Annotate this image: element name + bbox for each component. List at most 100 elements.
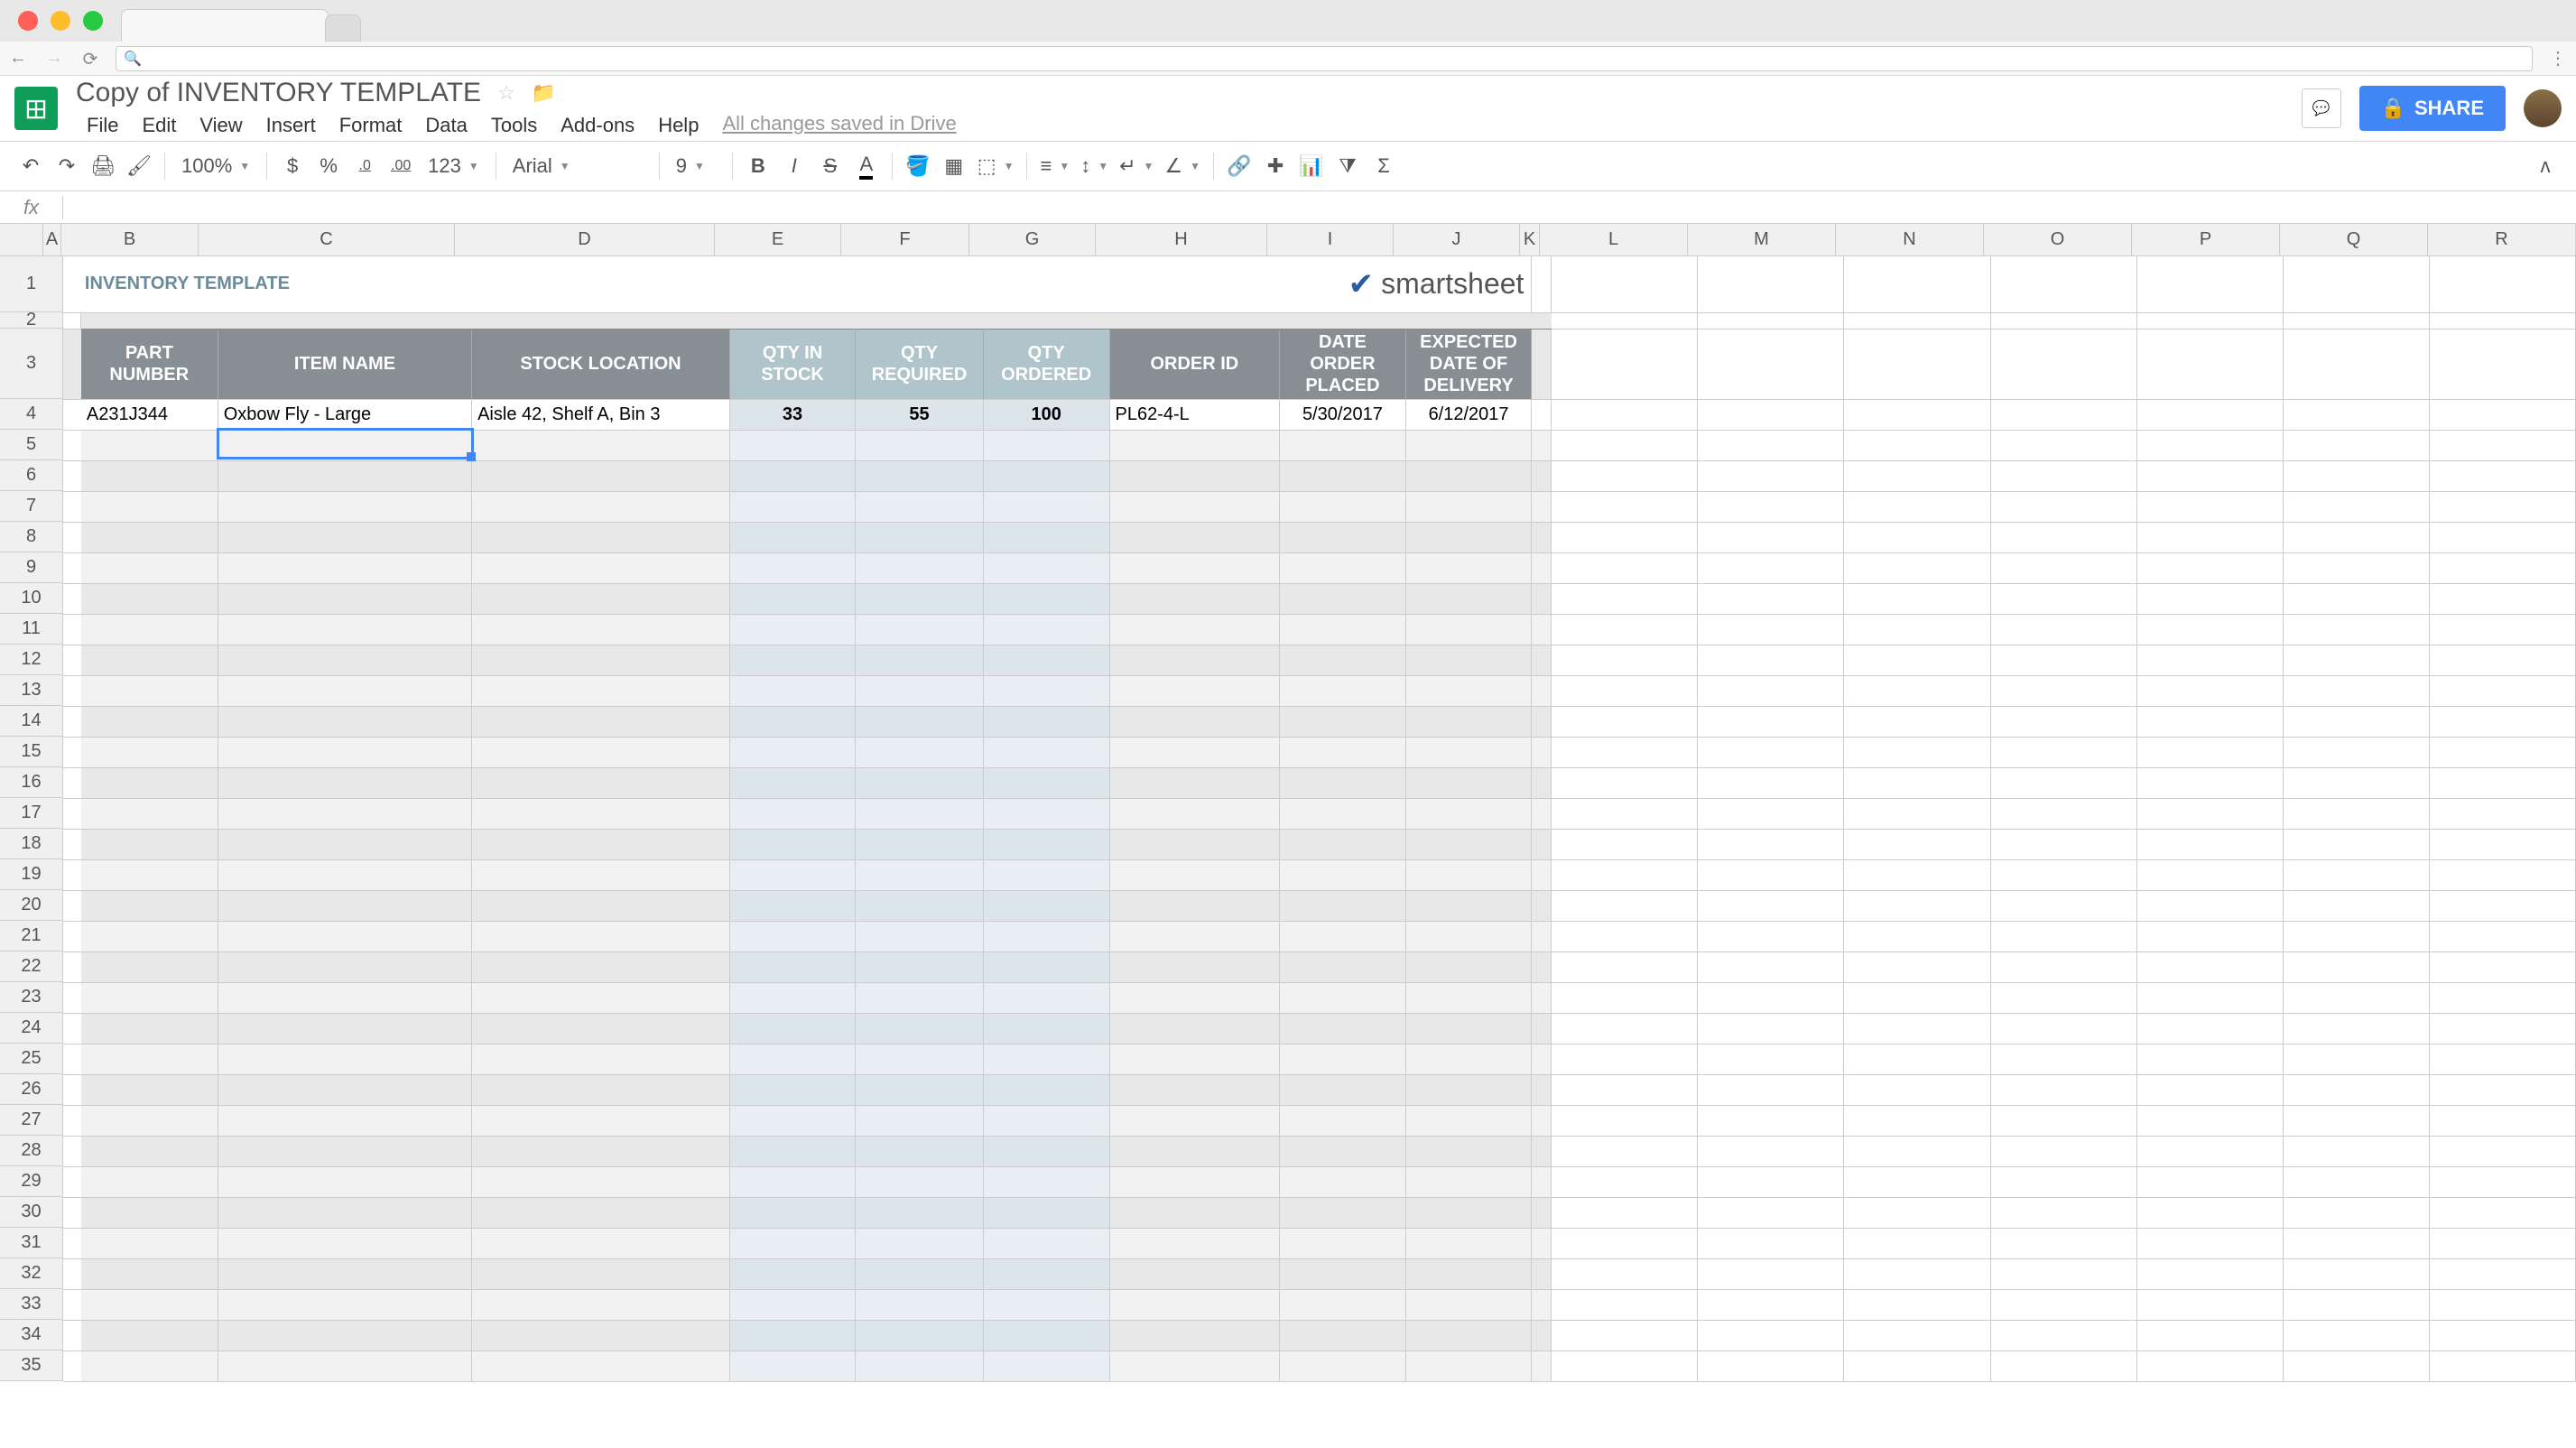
cell[interactable] — [983, 890, 1109, 921]
number-format-dropdown[interactable]: 123▼ — [421, 150, 486, 182]
cell[interactable] — [2136, 1074, 2283, 1105]
col-header-Q[interactable]: Q — [2280, 224, 2428, 256]
cell[interactable] — [729, 767, 855, 798]
cell[interactable] — [729, 1258, 855, 1289]
cell[interactable] — [983, 767, 1109, 798]
cell[interactable] — [2136, 460, 2283, 491]
cell[interactable] — [81, 522, 218, 552]
cell[interactable] — [1532, 522, 1552, 552]
cell[interactable] — [1990, 767, 2136, 798]
cell[interactable] — [1280, 1136, 1406, 1166]
cell[interactable] — [81, 829, 218, 859]
cell[interactable] — [1405, 675, 1532, 706]
cell[interactable] — [1532, 1013, 1552, 1044]
cell[interactable] — [729, 859, 855, 890]
sheets-logo-icon[interactable] — [14, 87, 58, 130]
cell[interactable] — [1698, 1197, 1844, 1228]
cell[interactable] — [856, 552, 984, 583]
cell[interactable] — [983, 1228, 1109, 1258]
new-tab-button[interactable] — [325, 14, 361, 42]
cell[interactable] — [729, 951, 855, 982]
col-header-A[interactable]: A — [43, 224, 61, 256]
cell[interactable] — [63, 890, 81, 921]
cell[interactable] — [2283, 859, 2429, 890]
cell[interactable] — [63, 256, 81, 312]
cell[interactable]: A231J344 — [81, 399, 218, 430]
cell[interactable] — [1844, 1013, 1990, 1044]
cell[interactable] — [1698, 921, 1844, 951]
cell[interactable] — [1698, 1105, 1844, 1136]
cell[interactable] — [856, 675, 984, 706]
cell[interactable] — [729, 1105, 855, 1136]
cell[interactable] — [1552, 1289, 1698, 1320]
cell[interactable] — [983, 737, 1109, 767]
cell[interactable] — [1844, 645, 1990, 675]
cell[interactable] — [1280, 1013, 1406, 1044]
cell[interactable] — [1532, 982, 1552, 1013]
cell[interactable] — [1698, 256, 1844, 312]
cell[interactable] — [1552, 1320, 1698, 1351]
menu-edit[interactable]: Edit — [131, 112, 187, 139]
cell[interactable] — [2136, 614, 2283, 645]
cell[interactable] — [63, 1320, 81, 1351]
row-header-22[interactable]: 22 — [0, 951, 63, 982]
row-header-20[interactable]: 20 — [0, 890, 63, 921]
cell[interactable] — [1552, 614, 1698, 645]
cell[interactable] — [1532, 706, 1552, 737]
cell[interactable] — [1698, 1228, 1844, 1258]
cell[interactable] — [1552, 1013, 1698, 1044]
cell[interactable] — [2136, 767, 2283, 798]
share-button[interactable]: 🔒 SHARE — [2359, 86, 2506, 131]
document-title[interactable]: Copy of INVENTORY TEMPLATE — [76, 78, 481, 108]
col-header-F[interactable]: F — [841, 224, 969, 256]
cell[interactable] — [1698, 399, 1844, 430]
header-C[interactable]: ITEM NAME — [218, 329, 471, 399]
insert-chart-button[interactable]: 📊 — [1295, 150, 1328, 182]
cell[interactable] — [2283, 1197, 2429, 1228]
cell[interactable] — [81, 1320, 218, 1351]
cell[interactable] — [2283, 430, 2429, 460]
cell[interactable] — [218, 921, 471, 951]
cell[interactable] — [218, 645, 471, 675]
cell[interactable] — [729, 491, 855, 522]
cell[interactable] — [856, 859, 984, 890]
cell[interactable] — [2429, 522, 2575, 552]
cell[interactable] — [2283, 982, 2429, 1013]
cell[interactable] — [81, 1351, 218, 1381]
cell[interactable] — [1990, 1136, 2136, 1166]
cell[interactable] — [1532, 1228, 1552, 1258]
cell[interactable] — [218, 1351, 471, 1381]
row-header-15[interactable]: 15 — [0, 737, 63, 767]
col-header-G[interactable]: G — [969, 224, 1096, 256]
cell[interactable] — [1844, 399, 1990, 430]
cell[interactable] — [63, 767, 81, 798]
cell[interactable] — [1405, 767, 1532, 798]
cell[interactable] — [218, 522, 471, 552]
cell[interactable] — [1844, 1105, 1990, 1136]
cell[interactable] — [472, 1105, 730, 1136]
h-align-button[interactable]: ≡▼ — [1036, 150, 1073, 182]
cell[interactable] — [1844, 982, 1990, 1013]
cell[interactable] — [1532, 312, 1552, 329]
cell[interactable] — [983, 583, 1109, 614]
cell[interactable] — [2136, 312, 2283, 329]
cell[interactable] — [1844, 859, 1990, 890]
menu-format[interactable]: Format — [329, 112, 413, 139]
cell[interactable] — [2283, 1228, 2429, 1258]
cell[interactable] — [983, 491, 1109, 522]
cell[interactable] — [1109, 1320, 1280, 1351]
cell[interactable] — [1532, 430, 1552, 460]
cell[interactable] — [1405, 982, 1532, 1013]
cell[interactable] — [1552, 1136, 1698, 1166]
cell[interactable] — [472, 951, 730, 982]
sheet-title[interactable]: INVENTORY TEMPLATE — [81, 256, 1109, 312]
cell[interactable] — [1990, 1074, 2136, 1105]
cell[interactable] — [2136, 982, 2283, 1013]
cell[interactable] — [472, 645, 730, 675]
cell[interactable] — [218, 829, 471, 859]
cell[interactable] — [1990, 1197, 2136, 1228]
cell[interactable] — [1844, 614, 1990, 645]
cell[interactable] — [1109, 430, 1280, 460]
cell[interactable] — [63, 1351, 81, 1381]
cell[interactable] — [472, 767, 730, 798]
